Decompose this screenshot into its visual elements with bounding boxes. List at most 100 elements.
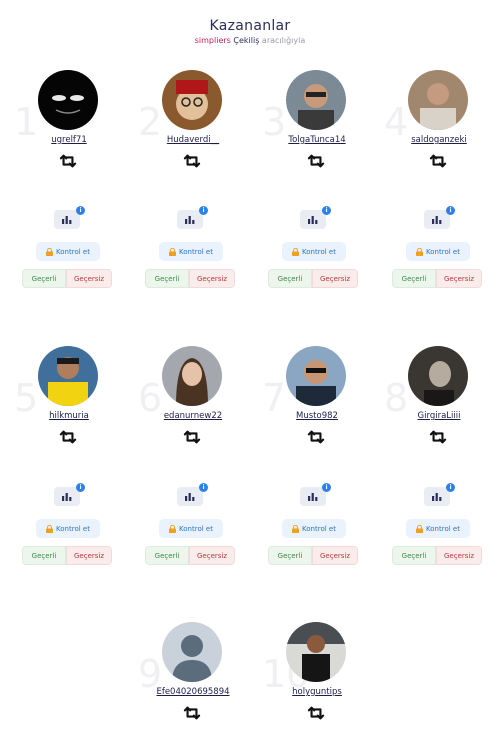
lock-icon <box>292 247 300 256</box>
info-icon[interactable]: i <box>446 483 455 492</box>
username-link[interactable]: holyguntips <box>262 687 372 697</box>
check-button[interactable]: Kontrol et <box>406 242 470 261</box>
winner-controls: i Kontrol et Geçerli Geçersiz <box>268 483 368 577</box>
retweet-icon <box>307 154 325 168</box>
info-icon[interactable]: i <box>199 483 208 492</box>
username-link[interactable]: Musto982 <box>262 411 372 421</box>
check-label: Kontrol et <box>179 247 213 256</box>
valid-button[interactable]: Geçerli <box>268 269 312 288</box>
avatar[interactable] <box>38 70 98 130</box>
check-label: Kontrol et <box>426 247 460 256</box>
invalid-button[interactable]: Geçersiz <box>66 546 112 565</box>
subtitle-suffix: aracılığıyla <box>261 36 306 45</box>
retweet-icon <box>429 430 447 444</box>
brand-link[interactable]: simpliers <box>195 36 231 45</box>
avatar[interactable] <box>408 346 468 406</box>
invalid-button[interactable]: Geçersiz <box>312 269 358 288</box>
username-link[interactable]: Hudaverdi__ <box>138 135 248 145</box>
header: Kazananlar simpliers Çekiliş aracılığıyl… <box>0 18 500 45</box>
validity-toggle: Geçerli Geçersiz <box>392 546 482 565</box>
username-link[interactable]: saldoganzeki <box>384 135 494 145</box>
username-link[interactable]: hilkmuria <box>14 411 124 421</box>
lock-icon <box>46 524 54 533</box>
check-button[interactable]: Kontrol et <box>282 519 346 538</box>
username-link[interactable]: edanurnew22 <box>138 411 248 421</box>
bar-chart-icon <box>432 216 442 224</box>
avatar[interactable] <box>162 70 222 130</box>
check-button[interactable]: Kontrol et <box>36 242 100 261</box>
username-link[interactable]: Efe04020695894 <box>138 687 248 697</box>
check-button[interactable]: Kontrol et <box>406 519 470 538</box>
invalid-button[interactable]: Geçersiz <box>436 546 482 565</box>
validity-toggle: Geçerli Geçersiz <box>392 269 482 288</box>
check-label: Kontrol et <box>302 247 336 256</box>
lock-icon <box>292 524 300 533</box>
avatar[interactable] <box>38 346 98 406</box>
info-icon[interactable]: i <box>76 206 85 215</box>
invalid-button[interactable]: Geçersiz <box>436 269 482 288</box>
retweet-icon <box>183 154 201 168</box>
info-icon[interactable]: i <box>199 206 208 215</box>
avatar[interactable] <box>286 622 346 682</box>
check-button[interactable]: Kontrol et <box>159 519 223 538</box>
valid-button[interactable]: Geçerli <box>392 269 436 288</box>
username-link[interactable]: TolgaTunca14 <box>262 135 372 145</box>
check-button[interactable]: Kontrol et <box>159 242 223 261</box>
validity-toggle: Geçerli Geçersiz <box>22 546 112 565</box>
valid-button[interactable]: Geçerli <box>392 546 436 565</box>
valid-button[interactable]: Geçerli <box>268 546 312 565</box>
valid-button[interactable]: Geçerli <box>145 269 189 288</box>
info-icon[interactable]: i <box>76 483 85 492</box>
check-button[interactable]: Kontrol et <box>282 242 346 261</box>
check-button[interactable]: Kontrol et <box>36 519 100 538</box>
winner-card: 8 GirgiraLiiii <box>384 346 494 476</box>
retweet-icon <box>59 430 77 444</box>
invalid-button[interactable]: Geçersiz <box>312 546 358 565</box>
username-link[interactable]: GirgiraLiiii <box>384 411 494 421</box>
bar-chart-icon <box>308 216 318 224</box>
invalid-button[interactable]: Geçersiz <box>66 269 112 288</box>
bar-chart-icon <box>185 493 195 501</box>
username-link[interactable]: ugrelf71 <box>14 135 124 145</box>
winner-controls: i Kontrol et Geçerli Geçersiz <box>145 206 245 300</box>
info-icon[interactable]: i <box>322 483 331 492</box>
validity-toggle: Geçerli Geçersiz <box>22 269 112 288</box>
winner-controls: i Kontrol et Geçerli Geçersiz <box>392 206 492 300</box>
winner-card: 4 saldoganzeki <box>384 70 494 200</box>
retweet-icon <box>429 154 447 168</box>
winner-controls: i Kontrol et Geçerli Geçersiz <box>22 206 122 300</box>
lock-icon <box>416 247 424 256</box>
lock-icon <box>416 524 424 533</box>
avatar[interactable] <box>162 622 222 682</box>
invalid-button[interactable]: Geçersiz <box>189 269 235 288</box>
check-label: Kontrol et <box>426 524 460 533</box>
invalid-button[interactable]: Geçersiz <box>189 546 235 565</box>
retweet-icon <box>59 154 77 168</box>
lock-icon <box>169 247 177 256</box>
validity-toggle: Geçerli Geçersiz <box>145 269 235 288</box>
winner-controls: i Kontrol et Geçerli Geçersiz <box>22 483 122 577</box>
avatar[interactable] <box>162 346 222 406</box>
check-label: Kontrol et <box>179 524 213 533</box>
check-label: Kontrol et <box>302 524 336 533</box>
avatar[interactable] <box>286 70 346 130</box>
valid-button[interactable]: Geçerli <box>145 546 189 565</box>
info-icon[interactable]: i <box>322 206 331 215</box>
avatar[interactable] <box>408 70 468 130</box>
check-label: Kontrol et <box>56 524 90 533</box>
winner-card: 9 Efe04020695894 <box>138 622 248 752</box>
bar-chart-icon <box>185 216 195 224</box>
avatar[interactable] <box>286 346 346 406</box>
validity-toggle: Geçerli Geçersiz <box>268 546 358 565</box>
info-icon[interactable]: i <box>446 206 455 215</box>
bar-chart-icon <box>62 493 72 501</box>
winner-card: 2 Hudaverdi__ <box>138 70 248 200</box>
retweet-icon <box>307 430 325 444</box>
valid-button[interactable]: Geçerli <box>22 269 66 288</box>
validity-toggle: Geçerli Geçersiz <box>268 269 358 288</box>
retweet-icon <box>307 706 325 720</box>
valid-button[interactable]: Geçerli <box>22 546 66 565</box>
winner-card: 6 edanurnew22 <box>138 346 248 476</box>
retweet-icon <box>183 706 201 720</box>
bar-chart-icon <box>432 493 442 501</box>
